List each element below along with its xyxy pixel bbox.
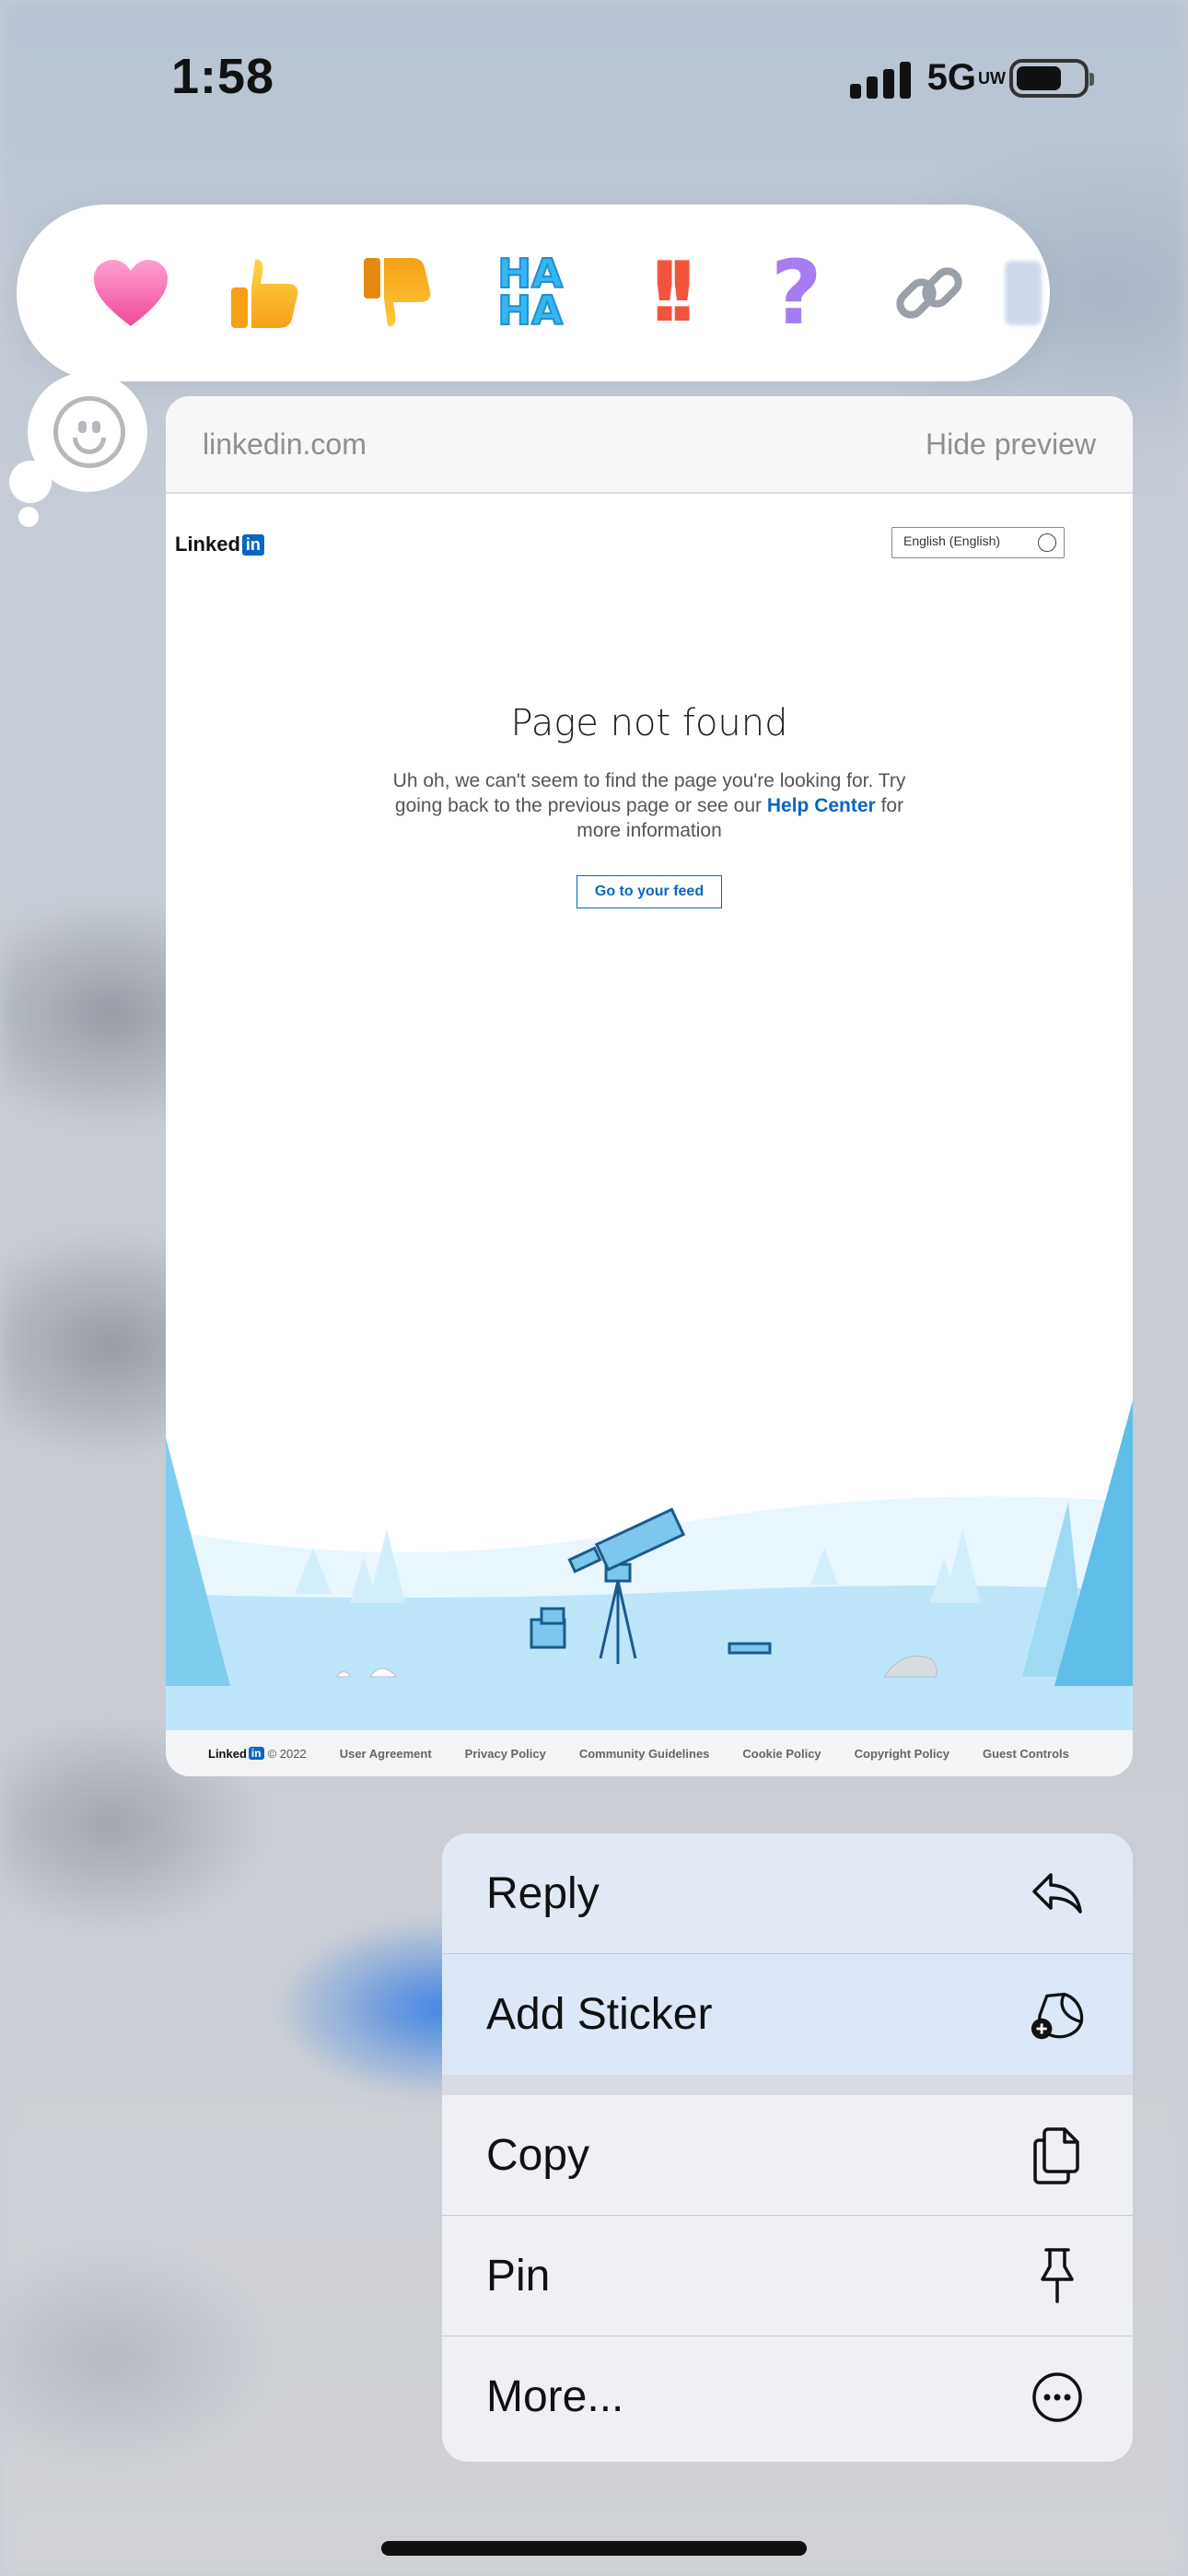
footer-link-cookie-policy[interactable]: Cookie Policy: [742, 1747, 821, 1761]
thumbs-up-icon: [230, 259, 298, 328]
haha-reaction[interactable]: HA HA: [463, 225, 596, 361]
pin-label: Pin: [486, 2251, 551, 2301]
add-sticker-menu-item[interactable]: Add Sticker: [442, 1954, 1133, 2075]
pin-menu-item[interactable]: Pin: [442, 2216, 1133, 2336]
thumbs-down-icon: [364, 258, 431, 327]
ellipsis-circle-icon: [1030, 2370, 1085, 2425]
footer-logo: Linked in © 2022: [208, 1747, 307, 1761]
link-reaction[interactable]: [863, 225, 996, 361]
exclamation-reaction[interactable]: !!: [597, 225, 729, 361]
copy-menu-item[interactable]: Copy: [442, 2095, 1133, 2216]
hide-preview-button[interactable]: Hide preview: [926, 427, 1096, 462]
pin-icon: [1030, 2248, 1085, 2303]
network-label: 5G: [926, 57, 976, 98]
add-emoji-reaction-icon[interactable]: [53, 396, 125, 468]
page-title: Page not found: [510, 702, 788, 744]
link-icon: [896, 267, 962, 319]
thumbs-down-reaction[interactable]: [331, 225, 463, 361]
footer-logo-text: Linked: [208, 1746, 247, 1761]
haha-icon: HA HA: [496, 251, 564, 334]
home-indicator[interactable]: [381, 2541, 807, 2556]
copy-icon: [1030, 2127, 1085, 2184]
telescope-illustration: [166, 1400, 1133, 1732]
signal-icon: [849, 58, 911, 99]
network-indicator: 5G UW: [926, 57, 1006, 99]
more-menu-item[interactable]: More...: [442, 2336, 1133, 2457]
help-center-link[interactable]: Help Center: [767, 795, 876, 816]
copy-label: Copy: [486, 2130, 590, 2180]
battery-icon: [1009, 58, 1094, 98]
footer-logo-badge: in: [248, 1747, 264, 1760]
error-message: Uh oh, we can't seem to find the page yo…: [382, 768, 916, 843]
preview-header: linkedin.com Hide preview: [166, 396, 1133, 494]
reply-menu-item[interactable]: Reply: [442, 1833, 1133, 1954]
link-preview-card[interactable]: linkedin.com Hide preview Linked in Engl…: [166, 396, 1133, 1776]
menu-separator: [442, 2075, 1133, 2095]
heart-icon: [94, 260, 169, 326]
add-sticker-label: Add Sticker: [486, 1990, 713, 2039]
question-reaction[interactable]: ?: [729, 225, 862, 361]
footer-link-copyright-policy[interactable]: Copyright Policy: [855, 1747, 949, 1761]
bubble-tail-dot: [9, 461, 52, 503]
status-time: 1:58: [171, 49, 275, 104]
language-select[interactable]: English (English): [891, 527, 1065, 558]
question-icon: ?: [770, 241, 822, 345]
go-to-feed-button[interactable]: Go to your feed: [577, 875, 722, 908]
language-value: English (English): [903, 533, 1001, 548]
more-label: More...: [486, 2372, 624, 2421]
logo-badge: in: [241, 533, 264, 556]
heart-reaction[interactable]: [64, 225, 197, 361]
footer-link-community-guidelines[interactable]: Community Guidelines: [579, 1747, 710, 1761]
webpage-preview: Linked in English (English) Page not fou…: [166, 494, 1133, 1776]
context-menu: Reply Add Sticker Copy Pin More...: [442, 1833, 1133, 2462]
page-footer: Linked in © 2022 User Agreement Privacy …: [166, 1730, 1133, 1776]
more-reactions-peek[interactable]: [996, 225, 1050, 361]
footer-link-user-agreement[interactable]: User Agreement: [340, 1747, 432, 1761]
reply-label: Reply: [486, 1868, 600, 1918]
footer-link-privacy-policy[interactable]: Privacy Policy: [465, 1747, 546, 1761]
globe-icon: [1038, 533, 1056, 552]
sticker-add-icon: [1030, 1987, 1085, 2043]
preview-domain: linkedin.com: [203, 427, 367, 461]
footer-link-guest-controls[interactable]: Guest Controls: [983, 1747, 1069, 1761]
status-indicators: 5G UW: [849, 57, 1094, 99]
linkedin-logo: Linked in: [175, 533, 264, 556]
bubble-tail-dot-small: [18, 507, 39, 527]
tapback-reactions-bar: HA HA !! ?: [17, 205, 1050, 381]
exclamation-icon: !!: [646, 244, 701, 341]
footer-copyright: © 2022: [267, 1746, 307, 1761]
network-suffix: UW: [978, 68, 1006, 88]
logo-text: Linked: [175, 533, 240, 556]
reply-arrow-icon: [1030, 1866, 1085, 1921]
thumbs-up-reaction[interactable]: [197, 225, 330, 361]
